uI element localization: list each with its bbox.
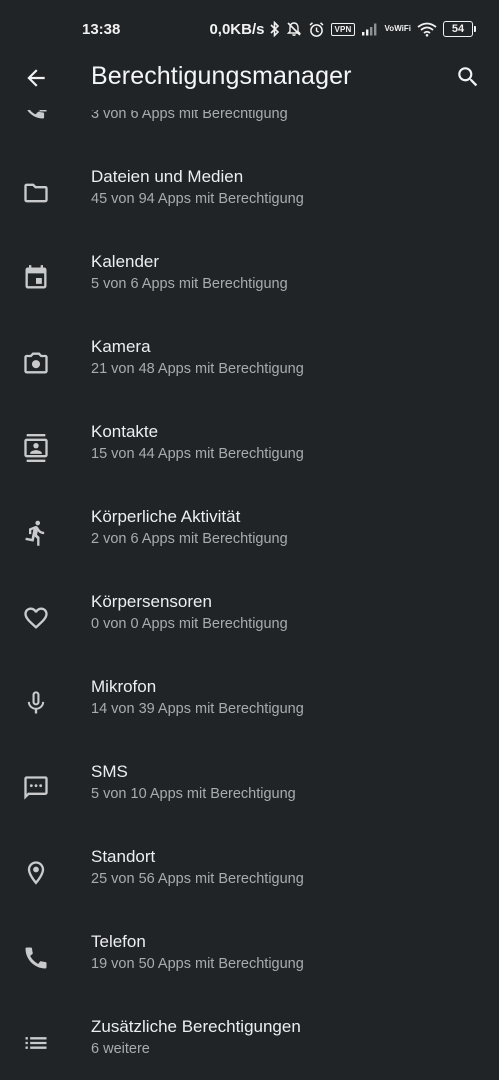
arrow-back-icon bbox=[27, 69, 45, 87]
permission-title: Körpersensoren bbox=[91, 592, 212, 611]
permission-item[interactable]: Körperliche Aktivität 2 von 6 Apps mit Be… bbox=[0, 490, 499, 575]
running-person-icon bbox=[20, 517, 52, 549]
battery-icon: 54 bbox=[443, 21, 476, 37]
microphone-icon bbox=[20, 687, 52, 719]
permission-subtitle: 5 von 10 Apps mit Berechtigung bbox=[91, 786, 296, 802]
permission-title: SMS bbox=[91, 762, 128, 781]
permission-item[interactable]: SMS 5 von 10 Apps mit Berechtigung bbox=[0, 745, 499, 830]
permission-title: Körperliche Aktivität bbox=[91, 507, 241, 526]
app-bar: Berechtigungsmanager bbox=[0, 58, 499, 110]
permission-item[interactable]: Dateien und Medien 45 von 94 Apps mit Ber… bbox=[0, 150, 499, 235]
vowifi-icon: Vo WiFi bbox=[385, 25, 411, 33]
permission-item[interactable]: Zusätzliche Berechtigungen 6 weitere bbox=[0, 1000, 499, 1080]
permission-subtitle: 15 von 44 Apps mit Berechtigung bbox=[91, 446, 304, 462]
permission-subtitle: 21 von 48 Apps mit Berechtigung bbox=[91, 361, 304, 377]
permission-title: Dateien und Medien bbox=[91, 167, 244, 186]
calendar-icon bbox=[20, 262, 52, 294]
back-button[interactable] bbox=[22, 64, 50, 92]
camera-icon bbox=[20, 347, 52, 379]
status-icons: 0,0KB/s VPN Vo WiFi 54 bbox=[209, 20, 476, 38]
permission-item[interactable]: Kalender 5 von 6 Apps mit Berechtigung bbox=[0, 235, 499, 320]
vpn-icon: VPN bbox=[331, 22, 355, 36]
permission-title: Standort bbox=[91, 847, 156, 866]
permission-subtitle: 45 von 94 Apps mit Berechtigung bbox=[91, 191, 304, 207]
permission-subtitle: 2 von 6 Apps mit Berechtigung bbox=[91, 531, 288, 547]
permission-subtitle: 14 von 39 Apps mit Berechtigung bbox=[91, 701, 304, 717]
vowifi-bottom: WiFi bbox=[394, 24, 411, 33]
permission-manager-screen: 13:38 0,0KB/s VPN Vo WiFi 54 Berechtigun… bbox=[0, 0, 499, 1080]
signal-icon bbox=[361, 22, 379, 36]
phone-icon bbox=[20, 942, 52, 974]
permission-title: Kamera bbox=[91, 337, 151, 356]
folder-icon bbox=[20, 177, 52, 209]
permission-item[interactable]: Kamera 21 von 48 Apps mit Berechtigung bbox=[0, 320, 499, 405]
permission-item[interactable]: Kontakte 15 von 44 Apps mit Berechtigung bbox=[0, 405, 499, 490]
battery-level: 54 bbox=[451, 23, 465, 35]
status-time: 13:38 bbox=[82, 20, 121, 38]
heart-icon bbox=[20, 602, 52, 634]
permission-subtitle: 0 von 0 Apps mit Berechtigung bbox=[91, 616, 288, 632]
sms-icon bbox=[20, 772, 52, 804]
bell-off-icon bbox=[286, 21, 302, 37]
location-pin-icon bbox=[20, 857, 52, 889]
list-icon bbox=[20, 1027, 52, 1059]
contacts-icon bbox=[20, 432, 52, 464]
permission-title: Kontakte bbox=[91, 422, 159, 441]
bluetooth-icon bbox=[270, 21, 280, 37]
permission-subtitle: 25 von 56 Apps mit Berechtigung bbox=[91, 871, 304, 887]
permission-item[interactable]: Körpersensoren 0 von 0 Apps mit Berechtig… bbox=[0, 575, 499, 660]
permission-item[interactable]: Telefon 19 von 50 Apps mit Berechtigung bbox=[0, 915, 499, 1000]
permission-item[interactable]: Mikrofon 14 von 39 Apps mit Berechtigung bbox=[0, 660, 499, 745]
vowifi-top: Vo bbox=[384, 24, 395, 33]
search-icon bbox=[458, 67, 478, 87]
alarm-icon bbox=[308, 21, 325, 38]
permission-item[interactable]: Standort 25 von 56 Apps mit Berechtigung bbox=[0, 830, 499, 915]
permission-list[interactable]: Anrufliste3 von 6 Apps mit BerechtigungD… bbox=[0, 93, 499, 1080]
permission-subtitle: 19 von 50 Apps mit Berechtigung bbox=[91, 956, 304, 972]
network-speed: 0,0KB/s bbox=[209, 20, 265, 38]
page-title: Berechtigungsmanager bbox=[91, 62, 352, 90]
status-bar: 13:38 0,0KB/s VPN Vo WiFi 54 bbox=[0, 0, 499, 58]
search-button[interactable] bbox=[454, 63, 482, 91]
permission-title: Kalender bbox=[91, 252, 160, 271]
wifi-icon bbox=[417, 22, 437, 37]
permission-title: Zusätzliche Berechtigungen bbox=[91, 1017, 301, 1036]
permission-title: Mikrofon bbox=[91, 677, 157, 696]
permission-subtitle: 6 weitere bbox=[91, 1041, 150, 1057]
permission-title: Telefon bbox=[91, 932, 146, 951]
permission-subtitle: 5 von 6 Apps mit Berechtigung bbox=[91, 276, 288, 292]
